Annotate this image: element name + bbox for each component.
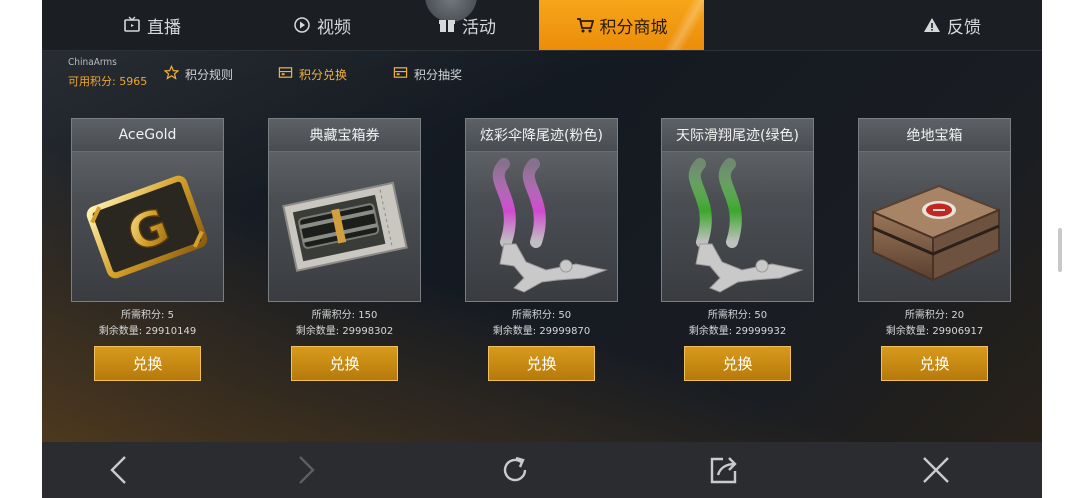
item-stock: 剩余数量: 29999870	[492, 326, 591, 337]
crate-icon	[859, 152, 1010, 301]
back-icon[interactable]	[99, 450, 139, 490]
item-card[interactable]: 绝地宝箱	[858, 118, 1011, 302]
live-icon	[123, 16, 141, 34]
item-card[interactable]: 典藏宝箱券	[268, 118, 421, 302]
item-title: 炫彩伞降尾迹(粉色)	[466, 119, 617, 152]
item-stock: 剩余数量: 29999932	[688, 326, 787, 337]
subnav-rules[interactable]: 积分规则	[163, 64, 234, 83]
username: ChinaArms	[68, 57, 117, 68]
item-card[interactable]: 炫彩伞降尾迹(粉色)	[465, 118, 618, 302]
top-tab-bar: 直播 视频 活动 积分商城 反馈	[42, 0, 1042, 51]
item-meta: 所需积分: 5 剩余数量: 29910149	[71, 308, 224, 340]
item-card[interactable]: AceGold G	[71, 118, 224, 302]
gold-card-icon: G	[72, 152, 223, 301]
subnav-rules-label: 积分规则	[185, 67, 234, 82]
item-card[interactable]: 天际滑翔尾迹(绿色)	[661, 118, 814, 302]
forward-icon[interactable]	[286, 450, 326, 490]
item-stock: 剩余数量: 29906917	[885, 326, 984, 337]
tab-live-label: 直播	[147, 17, 181, 38]
redeem-button[interactable]: 兑换	[291, 346, 398, 381]
close-icon[interactable]	[916, 450, 956, 490]
subnav-exchange-label: 积分兑换	[299, 67, 348, 82]
item-title: 绝地宝箱	[859, 119, 1010, 152]
refresh-icon[interactable]	[495, 450, 535, 490]
item-meta: 所需积分: 50 剩余数量: 29999932	[661, 308, 814, 340]
crate-coupon-icon	[269, 152, 420, 301]
subnav-lottery[interactable]: 积分抽奖	[393, 65, 462, 83]
ticket-icon	[278, 65, 293, 83]
bottom-nav-bar	[42, 442, 1042, 498]
item-meta: 所需积分: 20 剩余数量: 29906917	[858, 308, 1011, 340]
redeem-button[interactable]: 兑换	[684, 346, 791, 381]
item-title: AceGold	[72, 119, 223, 152]
item-meta: 所需积分: 150 剩余数量: 29998302	[268, 308, 421, 340]
item-title: 天际滑翔尾迹(绿色)	[662, 119, 813, 152]
redeem-button[interactable]: 兑换	[94, 346, 201, 381]
green-trail-icon	[662, 152, 813, 301]
ticket-icon	[393, 65, 408, 83]
play-icon	[293, 16, 311, 34]
gift-icon	[438, 16, 456, 34]
subnav-lottery-label: 积分抽奖	[414, 67, 463, 82]
item-cost: 所需积分: 5	[121, 310, 174, 321]
item-cost: 所需积分: 150	[311, 310, 378, 321]
tab-activity[interactable]: 活动	[387, 0, 547, 50]
item-stock: 剩余数量: 29998302	[295, 326, 394, 337]
item-cost: 所需积分: 20	[904, 310, 965, 321]
cart-icon	[576, 16, 594, 34]
redeem-button[interactable]: 兑换	[881, 346, 988, 381]
tab-activity-label: 活动	[462, 17, 496, 38]
item-cost: 所需积分: 50	[707, 310, 768, 321]
tab-feedback-label: 反馈	[947, 17, 981, 38]
warning-icon	[923, 16, 941, 34]
tab-points-mall[interactable]: 积分商城	[539, 0, 704, 50]
item-stock: 剩余数量: 29910149	[98, 326, 197, 337]
item-meta: 所需积分: 50 剩余数量: 29999870	[465, 308, 618, 340]
pink-trail-icon	[466, 152, 617, 301]
scrollbar[interactable]	[1058, 228, 1062, 272]
share-icon[interactable]	[704, 450, 744, 490]
subnav-exchange[interactable]: 积分兑换	[278, 65, 347, 83]
redeem-button[interactable]: 兑换	[488, 346, 595, 381]
item-cost: 所需积分: 50	[511, 310, 572, 321]
item-title: 典藏宝箱券	[269, 119, 420, 152]
tab-points-mall-label: 积分商城	[599, 17, 668, 38]
tab-feedback[interactable]: 反馈	[872, 0, 1032, 50]
tab-live[interactable]: 直播	[72, 0, 232, 50]
available-points: 可用积分: 5965	[68, 75, 148, 88]
app-window: 直播 视频 活动 积分商城 反馈 ChinaArms 可用积分: 5965 积分…	[42, 0, 1042, 498]
tab-video-label: 视频	[317, 17, 351, 38]
tab-video[interactable]: 视频	[242, 0, 402, 50]
star-icon	[163, 64, 180, 83]
